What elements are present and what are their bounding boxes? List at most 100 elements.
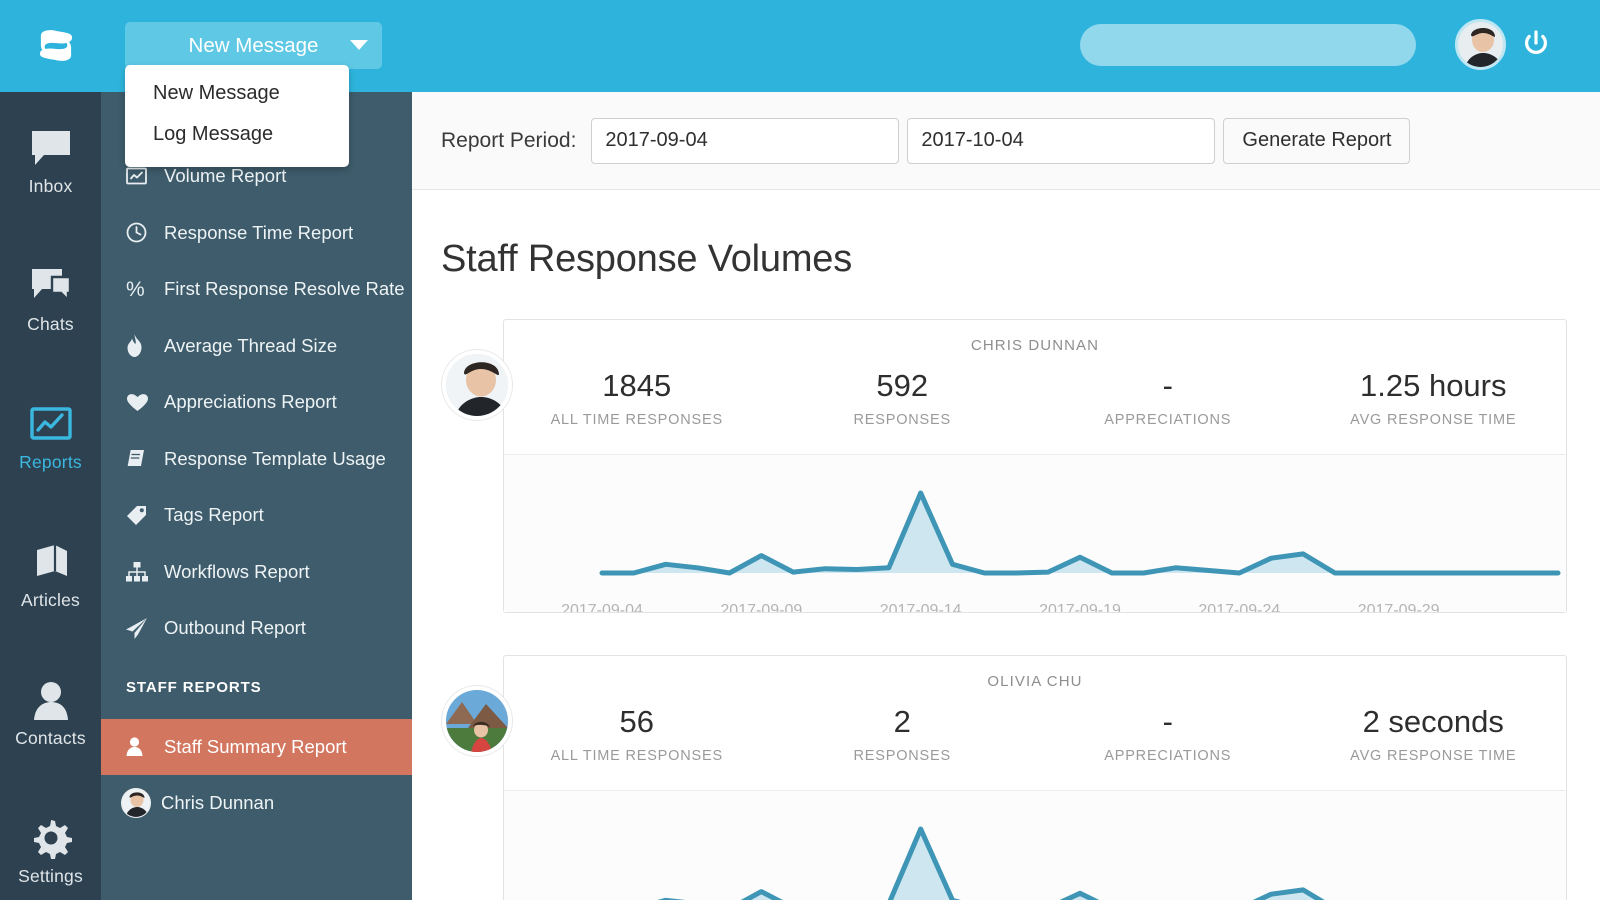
stat-label: APPRECIATIONS	[1104, 748, 1232, 764]
sidebar-item-contacts[interactable]: Contacts	[0, 644, 101, 782]
sidebar-item-workflows-report[interactable]: Workflows Report	[101, 544, 412, 601]
tag-icon	[126, 505, 164, 526]
sidebar-item-response-template-usage[interactable]: Response Template Usage	[101, 431, 412, 488]
new-message-dropdown-menu: New Message Log Message	[125, 65, 349, 167]
olivia-chu-avatar-image	[446, 690, 508, 752]
stat-value: 2	[893, 704, 911, 739]
report-period-bar: Report Period: Generate Report	[412, 92, 1600, 190]
user-avatar-image	[1458, 22, 1503, 67]
stat-value: 592	[876, 368, 929, 403]
sidebar-label: Appreciations Report	[164, 391, 337, 413]
main-content: Report Period: Generate Report Staff Res…	[412, 92, 1600, 900]
staff-stats-row: 56 ALL TIME RESPONSES 2 RESPONSES - APPR…	[504, 690, 1566, 790]
sidebar-label-inbox: Inbox	[28, 175, 73, 196]
staff-cards-list: CHRIS DUNNAN 1845 ALL TIME RESPONSES 592…	[412, 281, 1600, 900]
generate-report-button[interactable]: Generate Report	[1223, 117, 1411, 164]
reports-sidebar: Volume Report Response Time Report % Fir…	[101, 92, 412, 900]
sparkline-svg	[599, 490, 1561, 576]
stat-value: 2 seconds	[1362, 704, 1504, 739]
avatar[interactable]	[442, 350, 512, 420]
sidebar-item-chris-dunnan[interactable]: Chris Dunnan	[101, 775, 412, 832]
staff-card: CHRIS DUNNAN 1845 ALL TIME RESPONSES 592…	[442, 319, 1567, 613]
staff-name: OLIVIA CHU	[987, 673, 1083, 690]
staff-card: OLIVIA CHU 56 ALL TIME RESPONSES 2 RESPO…	[442, 655, 1567, 900]
stat-label: ALL TIME RESPONSES	[550, 412, 723, 428]
sidebar-label: Average Thread Size	[164, 334, 338, 356]
stacked-pages-icon	[126, 448, 164, 469]
avatar[interactable]	[442, 686, 512, 756]
clock-icon	[126, 222, 164, 243]
search-input[interactable]	[1080, 24, 1416, 66]
sidebar-item-tags-report[interactable]: Tags Report	[101, 487, 412, 544]
sidebar-item-chats[interactable]: Chats	[0, 230, 101, 368]
sidebar-item-response-time-report[interactable]: Response Time Report	[101, 205, 412, 262]
sidebar-label: Staff Summary Report	[164, 735, 347, 757]
speech-bubble-icon	[30, 126, 72, 170]
menu-item-new-message[interactable]: New Message	[125, 73, 349, 114]
staff-name: CHRIS DUNNAN	[970, 337, 1100, 354]
stat-label: APPRECIATIONS	[1104, 412, 1232, 428]
sidebar-item-inbox[interactable]: Inbox	[0, 92, 101, 230]
sidebar-label-articles: Articles	[21, 589, 80, 610]
sidebar-label: Response Template Usage	[164, 447, 386, 469]
paper-plane-icon	[126, 617, 164, 639]
sparkline-area	[745, 829, 1320, 900]
sidebar-label-chats: Chats	[27, 313, 74, 334]
leaf-logo-icon	[39, 30, 73, 61]
sidebar-label-reports: Reports	[19, 451, 82, 472]
sidebar-label: Workflows Report	[164, 560, 310, 582]
sidebar-label: Outbound Report	[164, 617, 306, 639]
heart-icon	[126, 392, 164, 412]
flame-icon	[126, 334, 164, 358]
stat-responses: 592 RESPONSES	[770, 366, 1036, 428]
person-icon	[32, 678, 70, 722]
stat-all-time-responses: 1845 ALL TIME RESPONSES	[504, 366, 770, 428]
sidebar-label: Tags Report	[164, 504, 264, 526]
sidebar-item-first-response-resolve-rate[interactable]: % First Response Resolve Rate	[101, 261, 412, 318]
sidebar-item-average-thread-size[interactable]: Average Thread Size	[101, 318, 412, 375]
page-title: Staff Response Volumes	[441, 238, 853, 280]
chart-box-icon	[29, 402, 72, 446]
sparkline-svg	[657, 826, 1325, 900]
stat-avg-response-time: 2 seconds AVG RESPONSE TIME	[1301, 702, 1567, 764]
stat-value: 1.25 hours	[1360, 368, 1507, 403]
power-icon[interactable]	[1522, 30, 1550, 60]
app-root: New Message New Message Log Message Inbo…	[0, 0, 1600, 900]
sidebar-item-articles[interactable]: Articles	[0, 506, 101, 644]
stat-appreciations: - APPRECIATIONS	[1035, 366, 1301, 428]
person-icon	[126, 737, 164, 757]
end-date-input[interactable]	[907, 117, 1216, 164]
stat-label: AVG RESPONSE TIME	[1350, 748, 1517, 764]
sidebar-item-settings[interactable]: Settings	[0, 782, 101, 900]
percent-icon: %	[126, 277, 145, 301]
sparkline-area	[602, 493, 1558, 573]
chevron-down-icon[interactable]	[350, 40, 368, 50]
start-date-input[interactable]	[591, 117, 900, 164]
response-volume-sparkline: 2017-09-042017-09-092017-09-142017-09-19…	[504, 454, 1566, 612]
stat-value: -	[1162, 704, 1173, 739]
stat-label: RESPONSES	[853, 748, 951, 764]
two-bubbles-icon	[30, 264, 72, 308]
stat-value: 56	[619, 704, 654, 739]
sidebar-item-staff-summary-report[interactable]: Staff Summary Report	[101, 718, 412, 775]
gear-icon	[30, 816, 72, 860]
new-message-button[interactable]: New Message	[125, 22, 382, 69]
brand-logo[interactable]	[28, 18, 84, 74]
sidebar-label-settings: Settings	[18, 865, 83, 886]
stat-value: -	[1162, 368, 1173, 403]
sidebar-item-appreciations-report[interactable]: Appreciations Report	[101, 374, 412, 431]
sparkline-line	[657, 826, 1325, 900]
stat-label: AVG RESPONSE TIME	[1350, 412, 1517, 428]
stat-appreciations: - APPRECIATIONS	[1035, 702, 1301, 764]
stat-label: ALL TIME RESPONSES	[550, 748, 723, 764]
primary-sidebar: Inbox Chats Reports Articles Contacts Se…	[0, 92, 101, 900]
stat-all-time-responses: 56 ALL TIME RESPONSES	[504, 702, 770, 764]
sidebar-item-outbound-report[interactable]: Outbound Report	[101, 600, 412, 657]
section-header-staff-reports: STAFF REPORTS	[126, 679, 262, 696]
menu-item-log-message[interactable]: Log Message	[125, 114, 349, 155]
sidebar-label: First Response Resolve Rate	[164, 278, 405, 300]
stat-value: 1845	[602, 368, 672, 403]
book-icon	[31, 540, 71, 584]
avatar[interactable]	[1455, 19, 1506, 70]
sidebar-item-reports[interactable]: Reports	[0, 368, 101, 506]
